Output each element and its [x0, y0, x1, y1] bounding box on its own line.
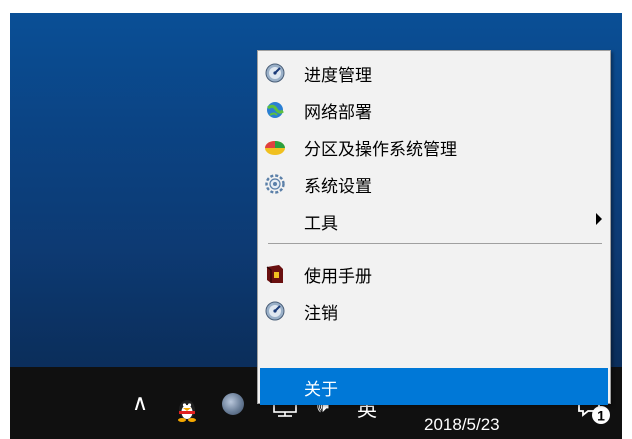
manual-book-icon: [266, 265, 283, 283]
menu-item-label: 系统设置: [304, 177, 372, 197]
menu-item-logout[interactable]: 注销: [260, 292, 608, 329]
app-tray-icon[interactable]: [222, 393, 244, 415]
menu-item-partition-os[interactable]: 分区及操作系统管理: [260, 128, 608, 165]
desktop: ∧ 🕪 英 2018/5/23 1 进度管理 网络部署 分区及操作系统管理 系统…: [10, 13, 622, 439]
menu-item-label: 网络部署: [304, 103, 372, 123]
show-hidden-icons-chevron[interactable]: ∧: [132, 391, 148, 416]
context-menu: 进度管理 网络部署 分区及操作系统管理 系统设置 工具 使用手册 注销 关于: [257, 50, 611, 405]
gear-icon: [265, 174, 285, 194]
menu-item-system-settings[interactable]: 系统设置: [260, 165, 608, 202]
notification-count: 1: [597, 408, 605, 424]
menu-item-label: 关于: [304, 380, 338, 400]
menu-item-network-deploy[interactable]: 网络部署: [260, 91, 608, 128]
progress-gauge-icon: [265, 63, 285, 83]
menu-item-tools[interactable]: 工具: [260, 202, 608, 239]
menu-item-label: 注销: [304, 304, 338, 324]
menu-item-progress-management[interactable]: 进度管理: [260, 54, 608, 91]
menu-item-label: 使用手册: [304, 267, 372, 287]
date-display[interactable]: 2018/5/23: [424, 415, 500, 435]
network-deploy-icon: [267, 102, 284, 118]
menu-separator: [268, 243, 602, 244]
submenu-arrow-icon: [596, 213, 602, 225]
partition-os-icon: [265, 141, 285, 155]
menu-item-about[interactable]: 关于: [260, 368, 608, 405]
menu-item-label: 进度管理: [304, 66, 372, 86]
qq-penguin-icon[interactable]: [175, 396, 199, 422]
menu-item-label: 工具: [304, 214, 338, 234]
logout-gauge-icon: [265, 301, 285, 321]
menu-item-label: 分区及操作系统管理: [304, 140, 457, 160]
menu-item-user-manual[interactable]: 使用手册: [260, 255, 608, 292]
